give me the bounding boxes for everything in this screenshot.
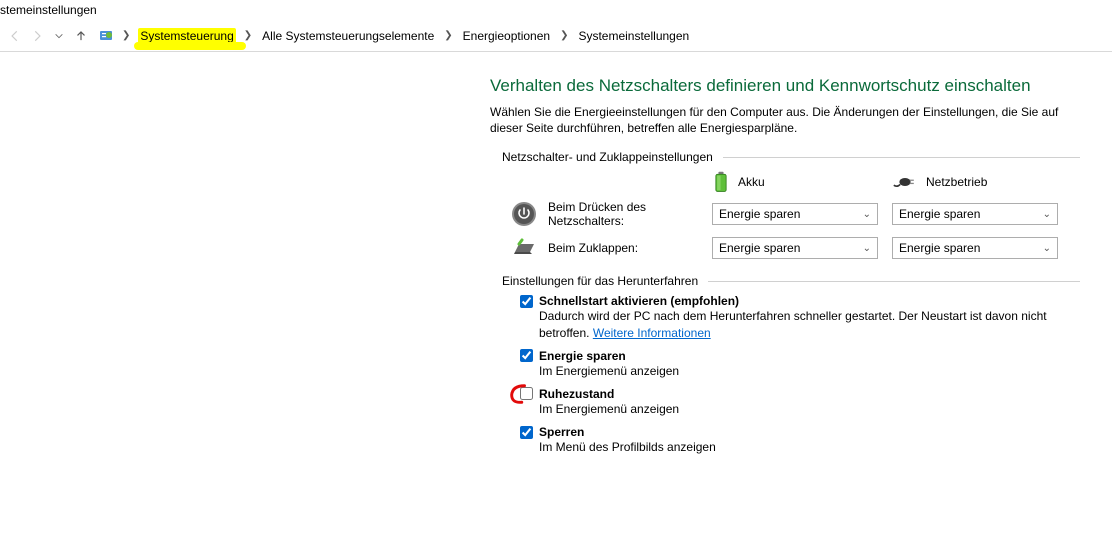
option-hibernate: Ruhezustand Im Energiemenü anzeigen bbox=[520, 387, 1080, 417]
col-ac-label: Netzbetrieb bbox=[926, 175, 987, 189]
forward-button[interactable] bbox=[28, 27, 46, 45]
dropdown-value: Energie sparen bbox=[719, 207, 800, 221]
desc-hibernate: Im Energiemenü anzeigen bbox=[539, 401, 1080, 417]
chevron-down-icon: ⌄ bbox=[863, 243, 871, 254]
link-more-info[interactable]: Weitere Informationen bbox=[593, 326, 711, 340]
desc-lock: Im Menü des Profilbilds anzeigen bbox=[539, 439, 1080, 455]
power-button-icon bbox=[510, 200, 538, 228]
page-intro: Wählen Sie die Energieeinstellungen für … bbox=[490, 104, 1080, 136]
nav-bar: ❯ Systemsteuerung ❯ Alle Systemsteuerung… bbox=[0, 20, 1112, 52]
option-sleep: Energie sparen Im Energiemenü anzeigen bbox=[520, 349, 1080, 379]
back-button[interactable] bbox=[6, 27, 24, 45]
desc-fastboot: Dadurch wird der PC nach dem Herunterfah… bbox=[539, 308, 1080, 340]
breadcrumb-item-energieoptionen[interactable]: Energieoptionen bbox=[461, 28, 552, 44]
chevron-down-icon: ⌄ bbox=[1043, 243, 1051, 254]
plug-icon bbox=[892, 174, 918, 190]
control-panel-icon bbox=[98, 28, 114, 44]
section-shutdown: Einstellungen für das Herunterfahren bbox=[502, 274, 1080, 288]
checkbox-fastboot[interactable] bbox=[520, 295, 533, 308]
window-title: stemeinstellungen bbox=[0, 0, 1112, 20]
option-fastboot: Schnellstart aktivieren (empfohlen) Dadu… bbox=[520, 294, 1080, 340]
recent-dropdown[interactable] bbox=[50, 27, 68, 45]
checkbox-hibernate[interactable] bbox=[520, 387, 533, 400]
desc-sleep: Im Energiemenü anzeigen bbox=[539, 363, 1080, 379]
checkbox-sleep[interactable] bbox=[520, 349, 533, 362]
chevron-down-icon: ⌄ bbox=[863, 209, 871, 220]
row-power-label: Beim Drücken des Netzschalters: bbox=[548, 200, 712, 228]
breadcrumb-item-systemsteuerung[interactable]: Systemsteuerung bbox=[138, 28, 235, 44]
breadcrumb-item-systemeinstellungen[interactable]: Systemeinstellungen bbox=[576, 28, 691, 44]
chevron-down-icon: ⌄ bbox=[1043, 209, 1051, 220]
battery-icon bbox=[712, 170, 730, 194]
chevron-right-icon: ❯ bbox=[242, 30, 254, 41]
breadcrumb-item-alle[interactable]: Alle Systemsteuerungselemente bbox=[260, 28, 436, 44]
label-hibernate: Ruhezustand bbox=[539, 387, 614, 401]
section-power-lid: Netzschalter- und Zuklappeinstellungen bbox=[502, 150, 1080, 164]
checkbox-lock[interactable] bbox=[520, 426, 533, 439]
dropdown-lid-battery[interactable]: Energie sparen ⌄ bbox=[712, 237, 878, 259]
dropdown-value: Energie sparen bbox=[899, 207, 980, 221]
row-lid-label: Beim Zuklappen: bbox=[548, 241, 712, 255]
breadcrumb: ❯ Systemsteuerung ❯ Alle Systemsteuerung… bbox=[98, 28, 691, 44]
col-battery: Akku bbox=[712, 170, 892, 194]
breadcrumb-label: Systemsteuerung bbox=[140, 29, 233, 43]
dropdown-value: Energie sparen bbox=[719, 241, 800, 255]
option-lock: Sperren Im Menü des Profilbilds anzeigen bbox=[520, 425, 1080, 455]
column-headers: Akku Netzbetrieb bbox=[490, 170, 1080, 194]
up-button[interactable] bbox=[72, 27, 90, 45]
label-fastboot: Schnellstart aktivieren (empfohlen) bbox=[539, 294, 739, 308]
laptop-lid-icon bbox=[510, 234, 538, 262]
dropdown-value: Energie sparen bbox=[899, 241, 980, 255]
page-heading: Verhalten des Netzschalters definieren u… bbox=[490, 76, 1080, 96]
dropdown-power-ac[interactable]: Energie sparen ⌄ bbox=[892, 203, 1058, 225]
dropdown-lid-ac[interactable]: Energie sparen ⌄ bbox=[892, 237, 1058, 259]
row-lid: Beim Zuklappen: Energie sparen ⌄ Energie… bbox=[490, 234, 1080, 262]
main-content: Verhalten des Netzschalters definieren u… bbox=[0, 52, 1080, 455]
chevron-right-icon: ❯ bbox=[120, 30, 132, 41]
row-power-button: Beim Drücken des Netzschalters: Energie … bbox=[490, 200, 1080, 228]
chevron-right-icon: ❯ bbox=[442, 30, 454, 41]
dropdown-power-battery[interactable]: Energie sparen ⌄ bbox=[712, 203, 878, 225]
label-sleep: Energie sparen bbox=[539, 349, 626, 363]
col-ac: Netzbetrieb bbox=[892, 170, 1072, 194]
label-lock: Sperren bbox=[539, 425, 584, 439]
col-battery-label: Akku bbox=[738, 175, 765, 189]
chevron-right-icon: ❯ bbox=[558, 30, 570, 41]
